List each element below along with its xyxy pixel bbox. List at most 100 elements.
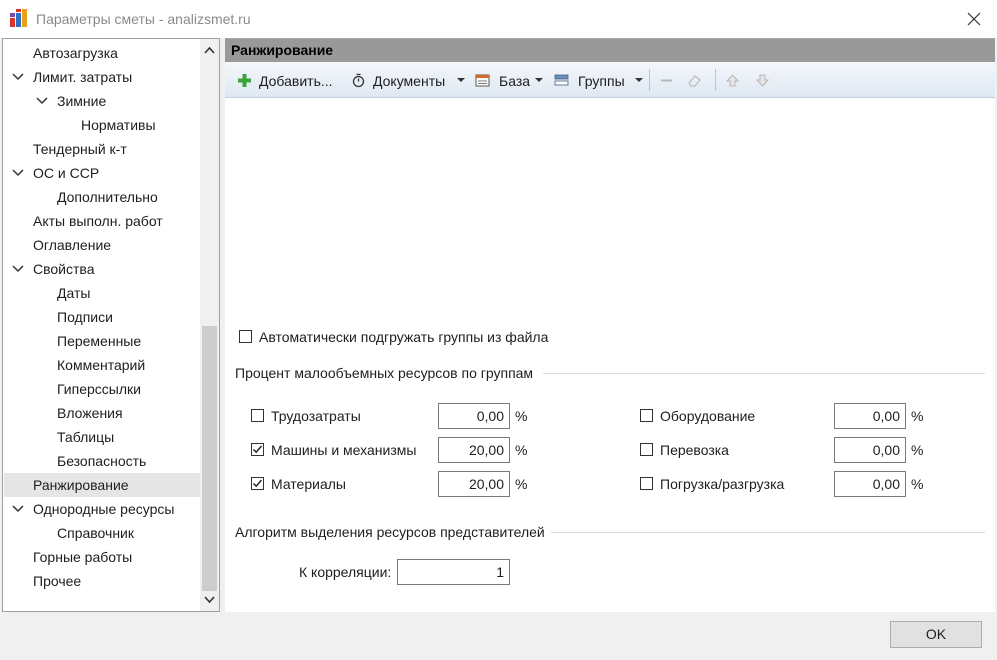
tree-item-label: Оглавление — [33, 237, 112, 253]
tree-item-label: Дополнительно — [57, 189, 158, 205]
tree-item[interactable]: Подписи — [4, 305, 200, 329]
panel-header: Ранжирование — [225, 38, 995, 62]
algo-section-title: Алгоритм выделения ресурсов представител… — [235, 524, 545, 540]
percent-unit: % — [911, 408, 924, 424]
group-label: Оборудование — [660, 408, 756, 424]
tree-item-label: Таблицы — [57, 429, 115, 445]
group-checkbox[interactable] — [640, 443, 653, 456]
groups-icon — [554, 74, 569, 86]
group-checkbox[interactable] — [251, 477, 264, 490]
tree-item[interactable]: Даты — [4, 281, 200, 305]
move-down-button[interactable] — [753, 62, 773, 98]
tree-item[interactable]: Таблицы — [4, 425, 200, 449]
panel-title: Ранжирование — [231, 42, 334, 58]
add-button[interactable]: Добавить... — [237, 62, 347, 98]
tree-scroll-thumb[interactable] — [202, 326, 217, 591]
tree-item-label: Тендерный к-т — [33, 141, 127, 157]
tree-item[interactable]: Комментарий — [4, 353, 200, 377]
group-checkbox[interactable] — [251, 409, 264, 422]
tree-item-label: Гиперссылки — [57, 381, 141, 397]
close-button[interactable] — [951, 0, 997, 38]
group-checkbox[interactable] — [251, 443, 264, 456]
chevron-down-icon[interactable] — [11, 70, 25, 84]
tree-item[interactable]: Горные работы — [4, 545, 200, 569]
group-label: Погрузка/разгрузка — [660, 476, 785, 492]
tree-item[interactable]: Переменные — [4, 329, 200, 353]
tree-item[interactable]: Акты выполн. работ — [4, 209, 200, 233]
tree-item-label: Комментарий — [57, 357, 146, 373]
minus-icon — [661, 79, 672, 82]
toolbar: Добавить... Документы База Группы — [225, 62, 995, 98]
group-checkbox[interactable] — [640, 409, 653, 422]
group-label: Перевозка — [660, 442, 729, 458]
tree-item[interactable]: Лимит. затраты — [4, 65, 200, 89]
ok-button[interactable]: OK — [890, 621, 982, 648]
group-label: Трудозатраты — [271, 408, 361, 424]
groups-button[interactable]: Группы — [554, 62, 644, 98]
arrow-down-icon — [755, 74, 770, 87]
add-button-label: Добавить... — [259, 73, 333, 89]
window-title: Параметры сметы - analizsmet.ru — [36, 11, 251, 27]
chevron-down-icon[interactable] — [11, 262, 25, 276]
tree-item-label: Зимние — [57, 93, 107, 109]
section-divider — [551, 532, 985, 533]
tree-item[interactable]: Гиперссылки — [4, 377, 200, 401]
tree-item[interactable]: Прочее — [4, 569, 200, 593]
plus-icon — [238, 74, 251, 87]
group-percent-input[interactable]: 20,00 — [438, 437, 510, 463]
percent-unit: % — [911, 476, 924, 492]
tree-item[interactable]: Безопасность — [4, 449, 200, 473]
tree-item-label: Подписи — [57, 309, 113, 325]
app-grid-icon — [10, 9, 30, 29]
group-checkbox[interactable] — [640, 477, 653, 490]
tree-item-label: ОС и ССР — [33, 165, 100, 181]
group-percent-input[interactable]: 0,00 — [834, 403, 906, 429]
base-button-label: База — [499, 73, 531, 89]
chevron-down-icon[interactable] — [11, 502, 25, 516]
correlation-label: К корреляции: — [299, 564, 392, 580]
tree-item[interactable]: Нормативы — [4, 113, 200, 137]
documents-button[interactable]: Документы — [351, 62, 465, 98]
group-percent-input[interactable]: 0,00 — [438, 403, 510, 429]
move-up-button[interactable] — [723, 62, 743, 98]
clear-button[interactable] — [685, 62, 707, 98]
tree-item[interactable]: Свойства — [4, 257, 200, 281]
group-percent-input[interactable]: 20,00 — [438, 471, 510, 497]
tree-scrollbar[interactable] — [200, 39, 219, 611]
tree-item[interactable]: Автозагрузка — [4, 41, 200, 65]
tree-item[interactable]: Однородные ресурсы — [4, 497, 200, 521]
chevron-down-icon[interactable] — [11, 166, 25, 180]
group-label: Материалы — [271, 476, 346, 492]
tree-item[interactable]: ОС и ССР — [4, 161, 200, 185]
percent-section-title: Процент малообъемных ресурсов по группам — [235, 365, 534, 381]
tree-item-label: Нормативы — [81, 117, 156, 133]
tree-item[interactable]: Зимние — [4, 89, 200, 113]
documents-dropdown-icon — [457, 78, 465, 82]
tree-item[interactable]: Вложения — [4, 401, 200, 425]
tree-item[interactable]: Дополнительно — [4, 185, 200, 209]
title-bar: Параметры сметы - analizsmet.ru — [0, 0, 997, 38]
correlation-input[interactable]: 1 — [397, 559, 510, 585]
tree-item[interactable]: Оглавление — [4, 233, 200, 257]
eraser-icon — [688, 75, 701, 87]
tree-item-label: Справочник — [57, 525, 134, 541]
scroll-up-icon[interactable] — [203, 44, 216, 57]
tree-item[interactable]: Ранжирование — [4, 473, 200, 497]
tree-item-label: Вложения — [57, 405, 123, 421]
auto-load-checkbox[interactable] — [239, 330, 252, 343]
chevron-down-icon[interactable] — [35, 94, 49, 108]
auto-load-label: Автоматически подгружать группы из файла — [259, 329, 549, 345]
remove-button[interactable] — [657, 62, 677, 98]
groups-button-label: Группы — [578, 73, 625, 89]
tree-item[interactable]: Справочник — [4, 521, 200, 545]
group-percent-input[interactable]: 0,00 — [834, 471, 906, 497]
tree-item-label: Лимит. затраты — [33, 69, 133, 85]
group-percent-input[interactable]: 0,00 — [834, 437, 906, 463]
group-label: Машины и механизмы — [271, 442, 417, 458]
tree-item-label: Безопасность — [57, 453, 147, 469]
section-divider — [543, 373, 985, 374]
tree-item[interactable]: Тендерный к-т — [4, 137, 200, 161]
settings-tree: Автозагрузка Лимит. затраты Зимние Норматив… — [2, 38, 220, 612]
scroll-down-icon[interactable] — [203, 593, 216, 606]
base-button[interactable]: База — [475, 62, 545, 98]
